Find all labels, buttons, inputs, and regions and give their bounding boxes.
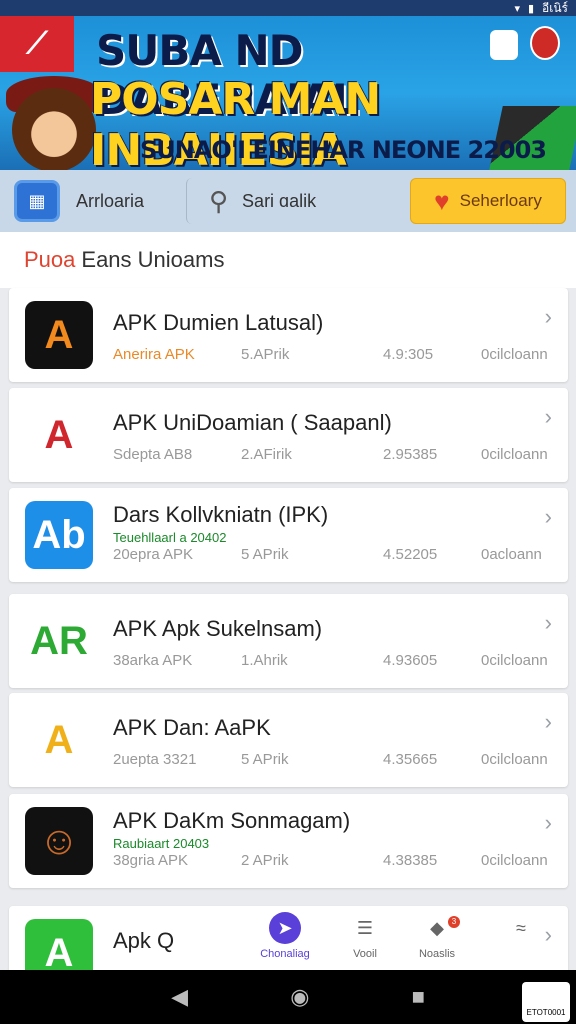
- chevron-right-icon[interactable]: ›: [545, 810, 552, 836]
- app-name: APK DaKm Sonmagam): [113, 808, 351, 833]
- app-icon: AR: [25, 607, 93, 675]
- app-rating: 4.9:305: [383, 346, 434, 363]
- section-title: Puoa Eans Unioams: [0, 232, 576, 288]
- app-category: 20epra APK: [113, 546, 194, 563]
- app-name: Dars Kollvkniatn (IPK): [113, 502, 329, 527]
- app-name: APK Dumien Latusal): [113, 310, 324, 335]
- back-icon[interactable]: ◀: [171, 984, 188, 1010]
- chevron-right-icon[interactable]: ›: [545, 610, 552, 636]
- app-rating: 4.35665: [383, 751, 438, 768]
- bottom-nav-label: Noaslis: [418, 948, 456, 960]
- app-rating: 4.38385: [383, 852, 438, 869]
- app-downloads: 0acloann: [481, 546, 542, 563]
- app-downloads: 0cilcloann: [481, 751, 548, 768]
- chevron-right-icon[interactable]: ›: [545, 709, 552, 735]
- bottom-nav-label: Vooil: [353, 948, 377, 960]
- app-subtitle: Teuehllaarl a 20402: [113, 530, 227, 545]
- play-icon: ➤: [269, 912, 301, 944]
- map-icon: ≈: [516, 918, 526, 938]
- app-size: 1.Ahrik: [241, 652, 288, 669]
- recents-icon[interactable]: ■: [412, 984, 425, 1010]
- app-list-item[interactable]: A APK UniDoamian ( Saapanl) Sdepta AB8 2.AF…: [9, 388, 568, 482]
- app-icon: A: [25, 401, 93, 469]
- search-button[interactable]: ⚲ Sari ɑalik: [186, 178, 366, 224]
- app-list-item[interactable]: Ab Dars Kollvkniatn (IPK) Teuehllaarl a 20…: [9, 488, 568, 582]
- app-size: 5 APrik: [241, 546, 289, 563]
- action-row: ▦ Arrloaria ⚲ Sari ɑalik ♥ Seherloary: [0, 170, 576, 232]
- app-downloads: 0cilcloann: [481, 652, 548, 669]
- bottom-nav-item[interactable]: ≈: [486, 912, 556, 948]
- notification-icon: ◆: [430, 918, 444, 938]
- app-subtitle: Raubiaart 20403: [113, 836, 210, 851]
- favorites-button[interactable]: ♥ Seherloary: [410, 178, 566, 224]
- bottom-nav: ➤ Chonaliag ☰ Vooil ◆ Noaslis 3 ≈: [0, 908, 576, 970]
- banner-title-line3: SUNAO'I EINEHAR NEONE 22003: [140, 136, 547, 164]
- apps-button[interactable]: ▦ Arrloaria: [10, 178, 186, 224]
- chevron-right-icon[interactable]: ›: [545, 304, 552, 330]
- app-name: APK UniDoamian ( Saapanl): [113, 410, 392, 435]
- search-icon: ⚲: [209, 185, 229, 216]
- app-list-item[interactable]: AR APK Apk Sukelnsam) 38arka APK 1.Ahrik 4.9…: [9, 594, 568, 688]
- home-icon[interactable]: ◉: [290, 984, 309, 1010]
- app-name: APK Apk Sukelnsam): [113, 616, 323, 641]
- app-size: 2 APrik: [241, 852, 289, 869]
- chevron-right-icon[interactable]: ›: [545, 504, 552, 530]
- app-downloads: 0cilcloann: [481, 346, 548, 363]
- app-icon: A: [25, 706, 93, 774]
- app-size: 2.AFirik: [241, 446, 292, 463]
- app-size: 5 APrik: [241, 751, 289, 768]
- app-category: Sdepta AB8: [113, 446, 193, 463]
- favorites-label: Seherloary: [459, 191, 542, 210]
- flag-badge: ⟋: [0, 16, 74, 72]
- section-title-accent: Puoa: [24, 247, 76, 272]
- search-label: Sari ɑalik: [242, 190, 317, 211]
- bottom-nav-label: Chonaliag: [260, 948, 310, 960]
- mascot-image: [12, 88, 96, 170]
- battery-icon: ▮: [527, 2, 535, 15]
- app-rating: 4.52205: [383, 546, 438, 563]
- chevron-right-icon[interactable]: ›: [545, 404, 552, 430]
- section-title-text: Eans Unioams: [81, 247, 225, 272]
- system-nav-bar: ◀ ◉ ■ ETOT0001: [0, 970, 576, 1024]
- apps-icon: ▦: [14, 180, 60, 222]
- app-list-item[interactable]: ☺ APK DaKm Sonmagam) Raubiaart 20403 38gria…: [9, 794, 568, 888]
- app-icon: ☺: [25, 807, 93, 875]
- app-category: 38arka APK: [113, 652, 193, 669]
- app-name: APK Dan: AaPK: [113, 715, 271, 740]
- app-icon: A: [25, 301, 93, 369]
- app-list-item[interactable]: A APK Dan: AaPK 2uepta 3321 5 APrik 4.35665 0…: [9, 693, 568, 787]
- bottom-nav-item[interactable]: ◆ Noaslis 3: [402, 912, 472, 960]
- app-category: 2uepta 3321: [113, 751, 197, 768]
- app-category: 38gria APK: [113, 852, 189, 869]
- status-bar: ▾ ▮ อีเนิร์: [0, 0, 576, 16]
- corner-tag-text: ETOT0001: [526, 1008, 566, 1017]
- heart-icon: ♥: [434, 185, 450, 216]
- promo-banner[interactable]: ⟋ SUBA ND DARENAIAL POSAR MAN INBAIIESIA…: [0, 16, 576, 170]
- app-downloads: 0cilcloann: [481, 446, 548, 463]
- app-icon: Ab: [25, 501, 93, 569]
- status-time: อีเนิร์: [542, 0, 568, 15]
- bottom-nav-item[interactable]: ☰ Vooil: [330, 912, 400, 960]
- wifi-icon: ▾: [514, 2, 520, 15]
- notification-badge: 3: [448, 916, 460, 928]
- app-size: 5.APrik: [241, 346, 290, 363]
- list-icon: ☰: [356, 918, 374, 938]
- app-category: Anerira APK: [113, 346, 195, 363]
- app-rating: 4.93605: [383, 652, 438, 669]
- app-rating: 2.95385: [383, 446, 438, 463]
- apps-label: Arrloaria: [76, 190, 145, 211]
- app-list-item[interactable]: A APK Dumien Latusal) Anerira APK 5.APrik 4.…: [9, 288, 568, 382]
- app-screen: ▾ ▮ อีเนิร์ ⟋ SUBA ND DARENAIAL POSAR MA…: [0, 0, 576, 1024]
- corner-tag: ETOT0001: [522, 982, 570, 1022]
- app-downloads: 0cilcloann: [481, 852, 548, 869]
- bottom-nav-item[interactable]: ➤ Chonaliag: [250, 912, 320, 960]
